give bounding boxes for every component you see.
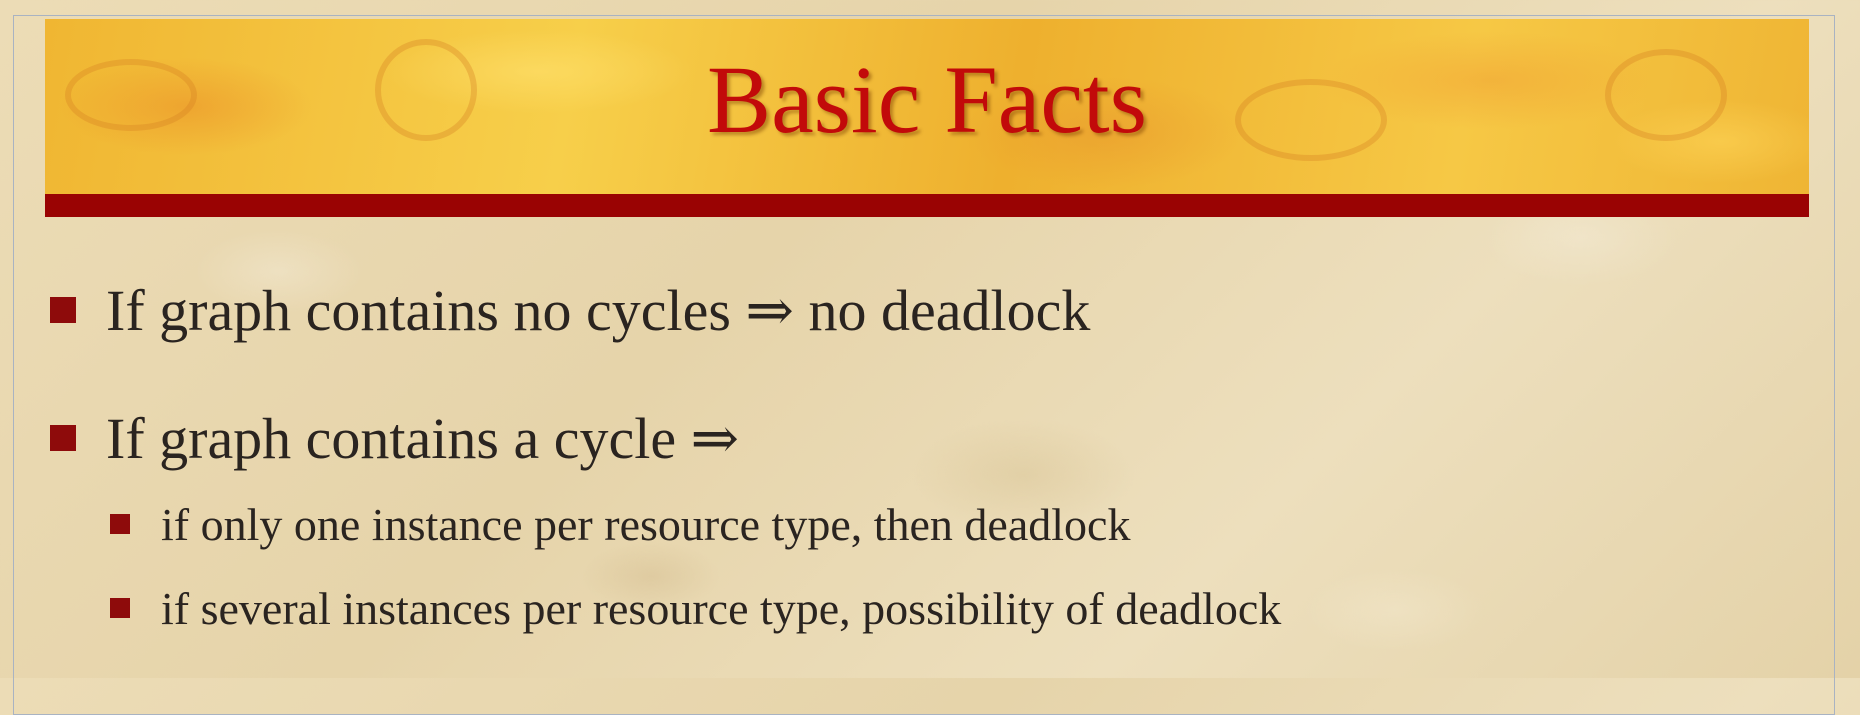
sub-bullet-text: if only one instance per resource type, …	[161, 498, 1131, 550]
slide-body: If graph contains no cycles ⇒ no deadloc…	[0, 0, 1860, 678]
sub-bullet-text: if several instances per resource type, …	[161, 582, 1282, 634]
square-bullet-icon	[110, 598, 130, 618]
bullet-item: If graph contains a cycle ⇒	[50, 403, 739, 473]
square-bullet-icon	[50, 297, 76, 323]
square-bullet-icon	[110, 514, 130, 534]
square-bullet-icon	[50, 425, 76, 451]
bullet-item: If graph contains no cycles ⇒ no deadloc…	[50, 275, 1090, 345]
bullet-text: If graph contains a cycle ⇒	[106, 406, 740, 471]
sub-bullet-item: if only one instance per resource type, …	[110, 496, 1130, 552]
bullet-text: If graph contains no cycles ⇒ no deadloc…	[106, 278, 1091, 343]
sub-bullet-item: if several instances per resource type, …	[110, 580, 1281, 636]
